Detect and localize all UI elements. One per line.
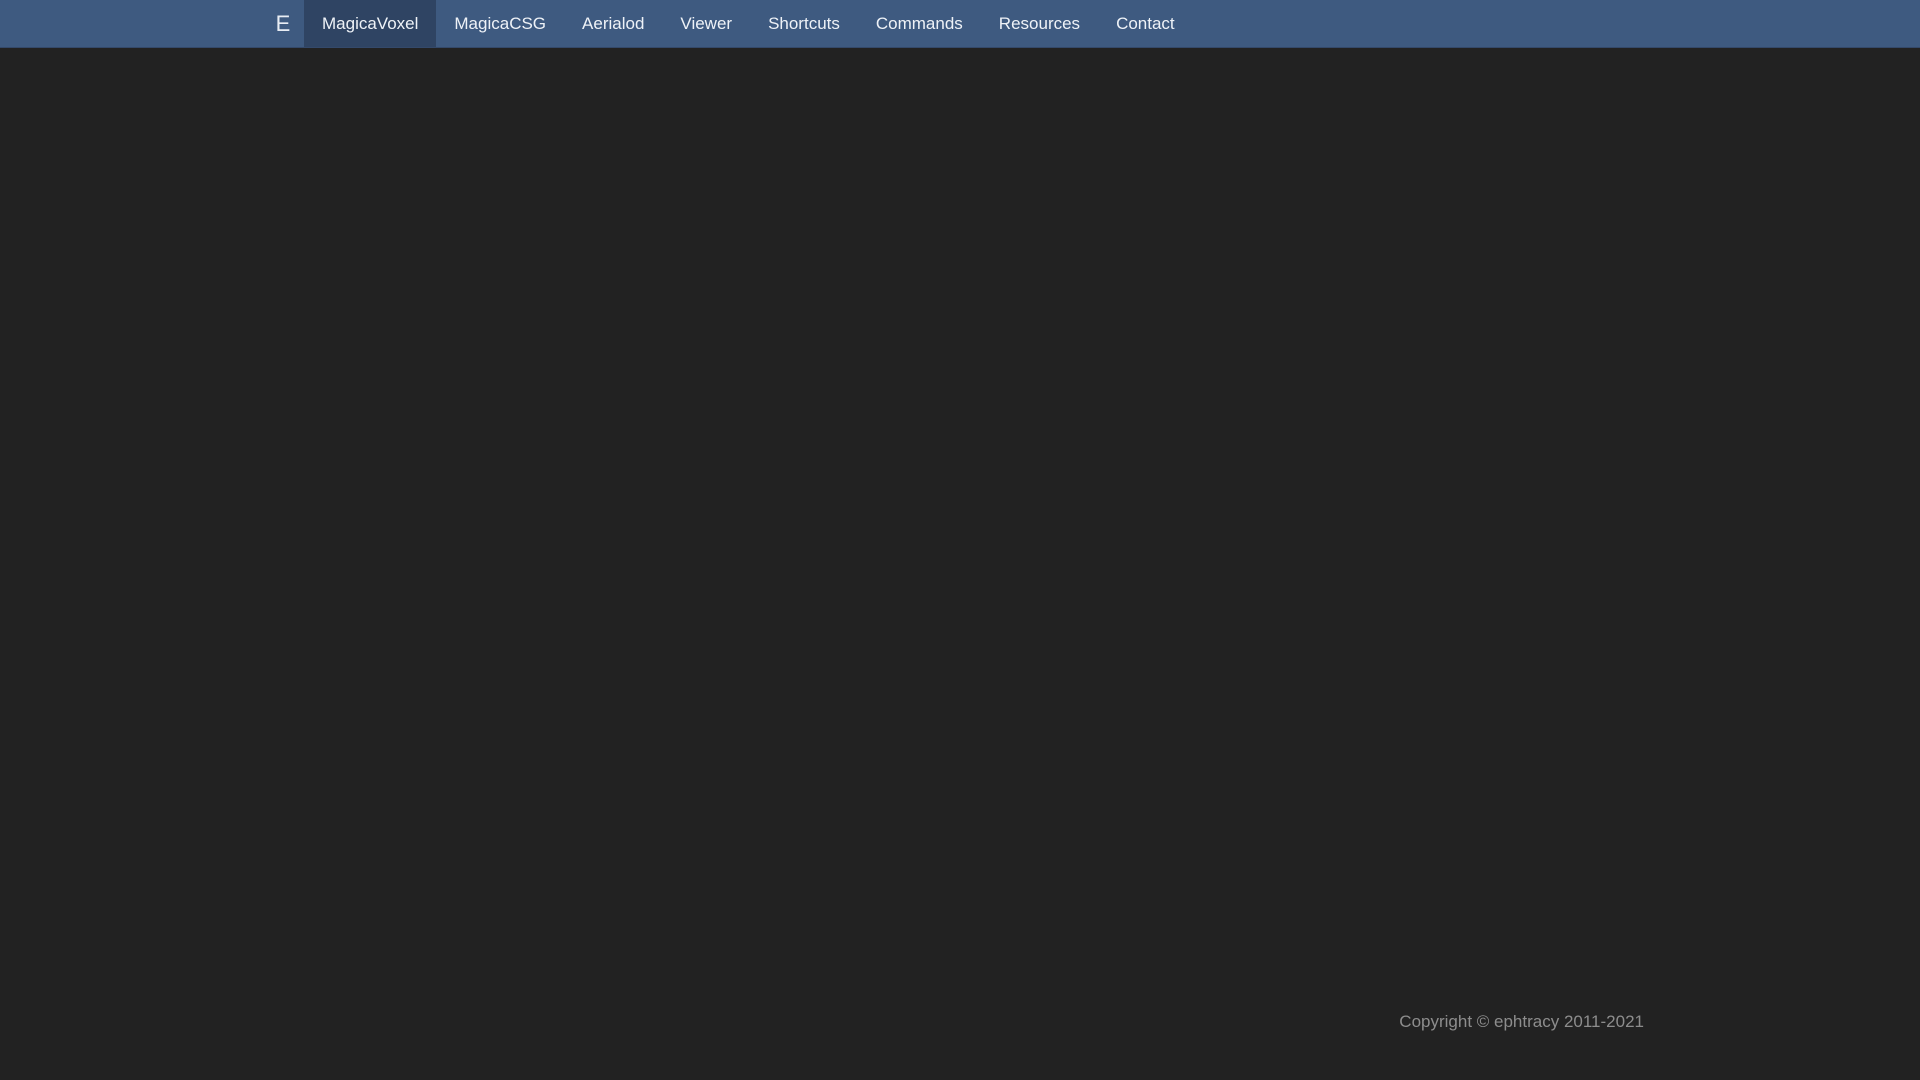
nav-item-commands[interactable]: Commands [858,0,981,47]
nav-item-magicavoxel[interactable]: MagicaVoxel [304,0,437,47]
footer-copyright: Copyright © ephtracy 2011-2021 [1399,1012,1644,1031]
brand-logo-link[interactable]: E [262,0,304,47]
nav-item-viewer[interactable]: Viewer [662,0,750,47]
nav-item-aerialod[interactable]: Aerialod [564,0,662,47]
nav-item-contact[interactable]: Contact [1098,0,1193,47]
nav-item-resources[interactable]: Resources [981,0,1098,47]
navbar-menu: E MagicaVoxel MagicaCSG Aerialod Viewer … [262,0,1193,47]
nav-item-magicacsg[interactable]: MagicaCSG [436,0,564,47]
top-navbar: E MagicaVoxel MagicaCSG Aerialod Viewer … [0,0,1920,48]
nav-item-shortcuts[interactable]: Shortcuts [750,0,858,47]
